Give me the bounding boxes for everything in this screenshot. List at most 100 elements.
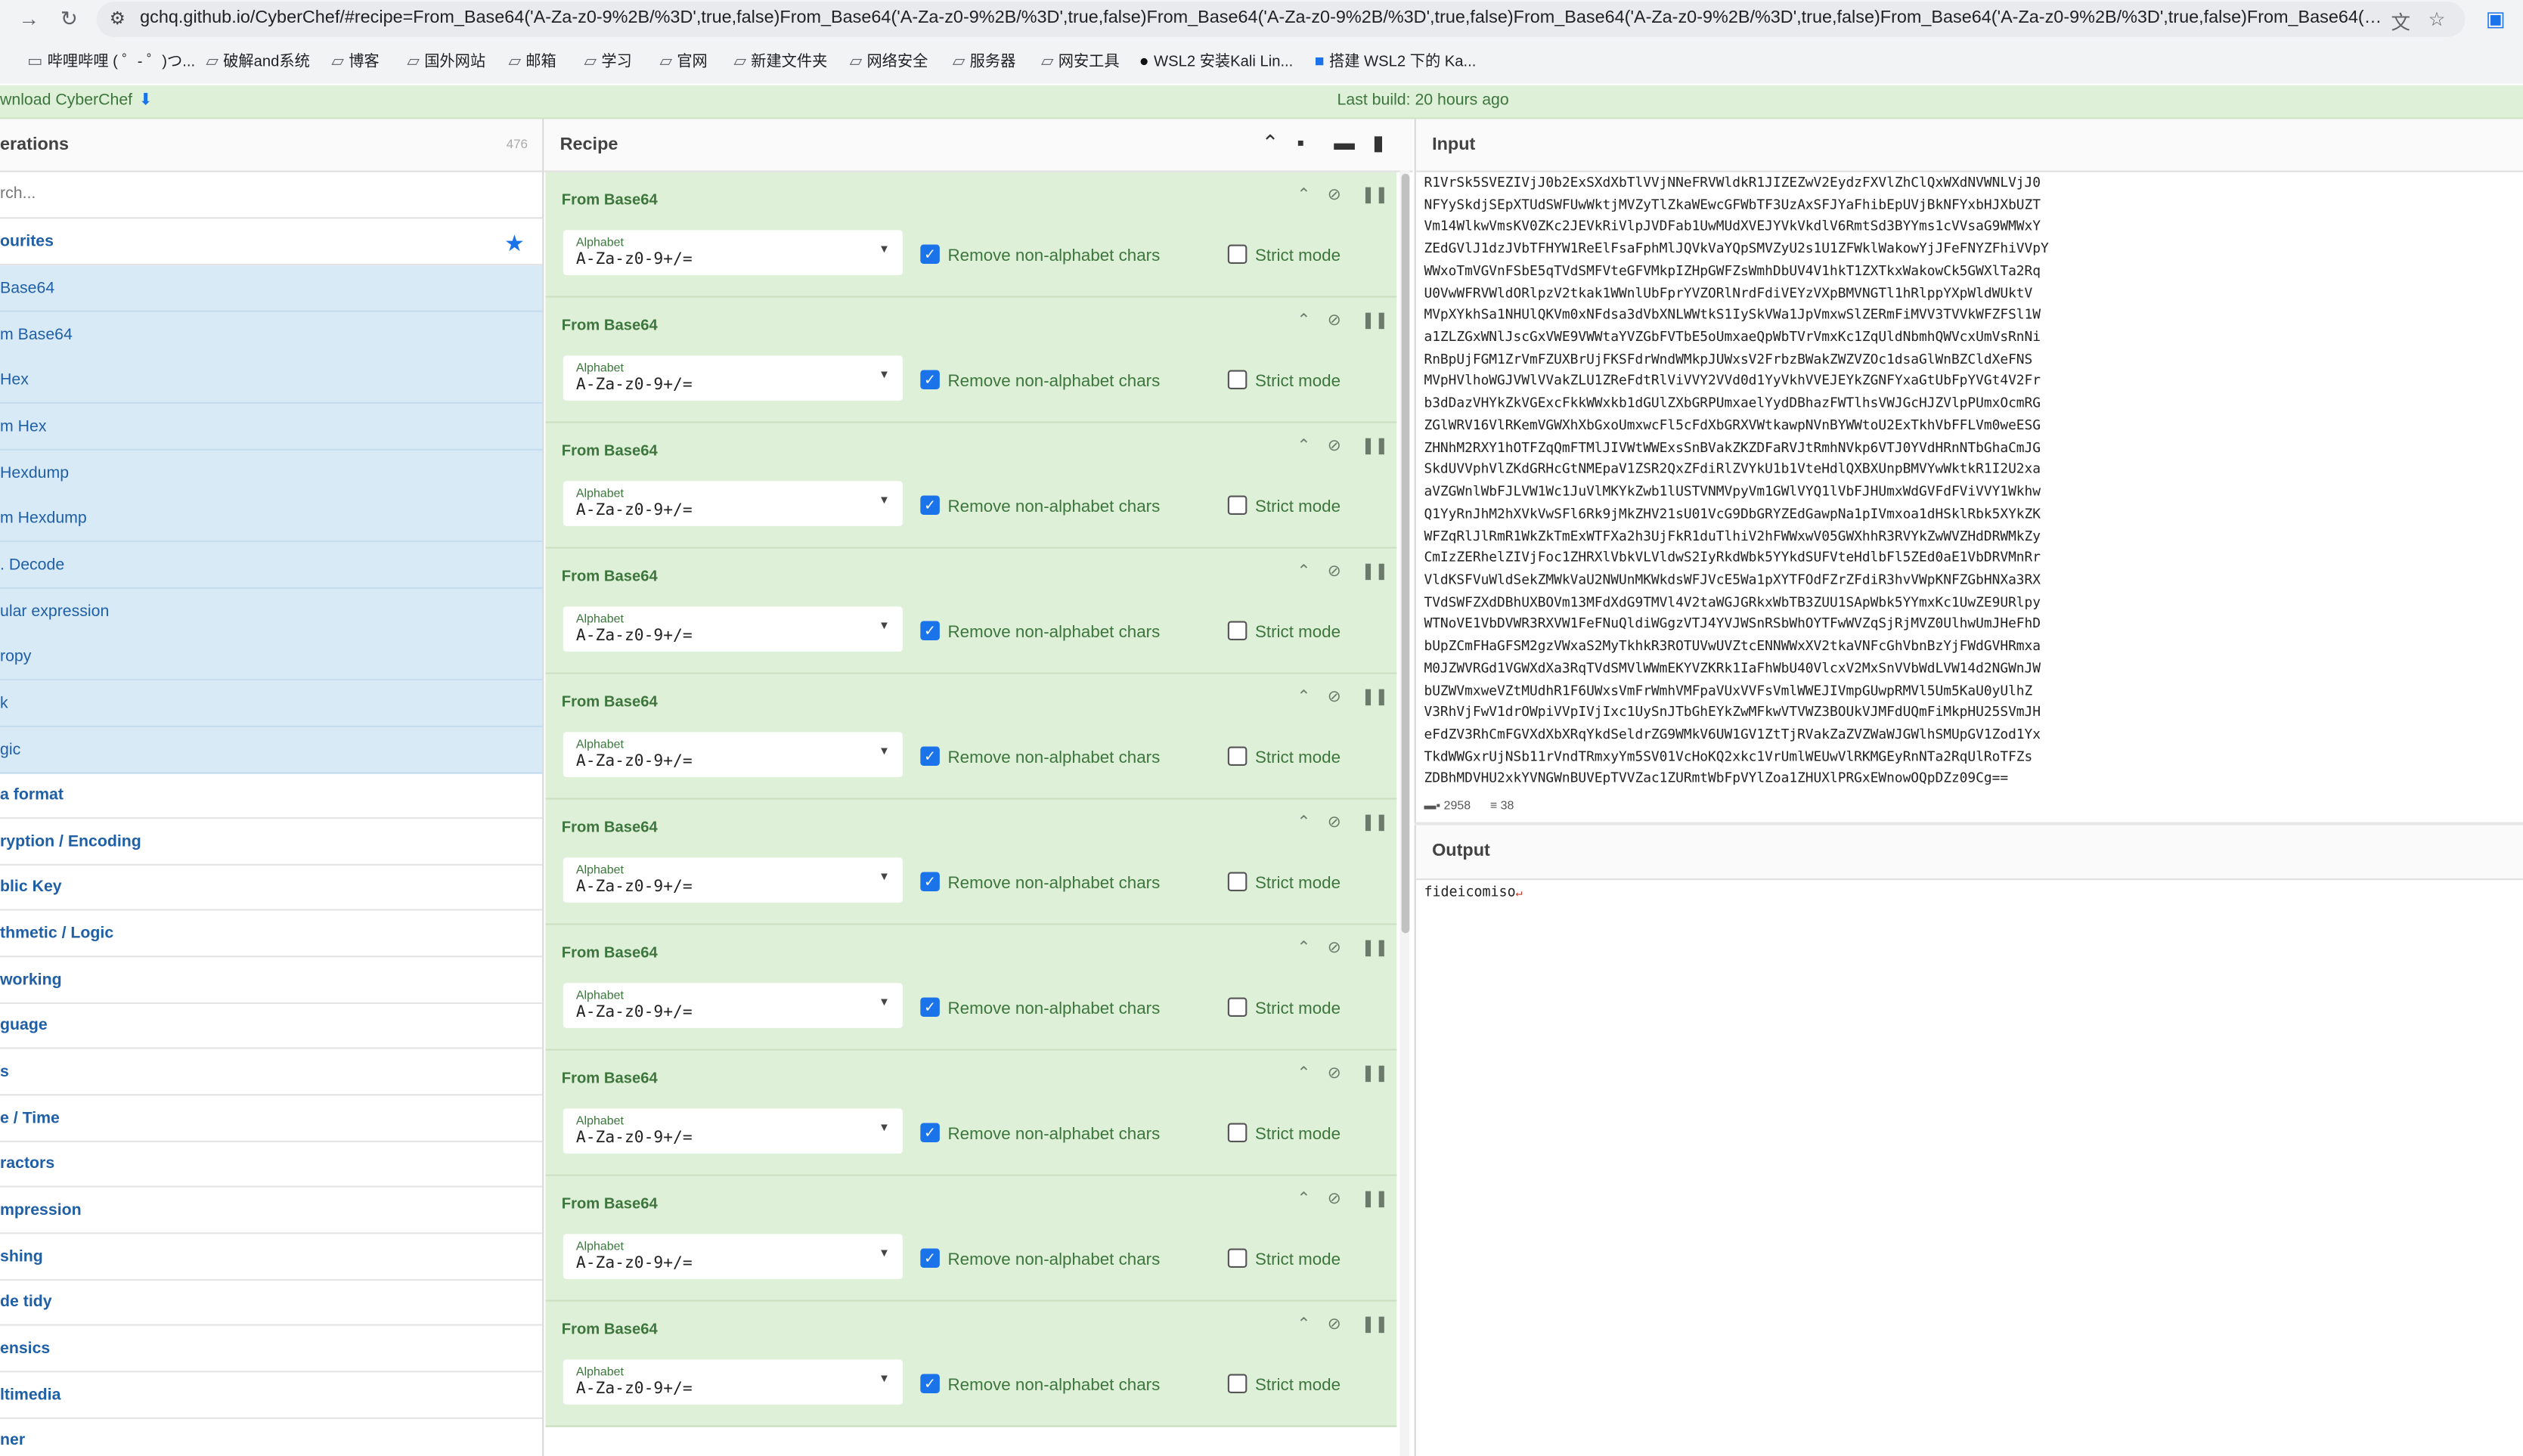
strict-mode-label[interactable]: Strict mode — [1255, 1250, 1341, 1270]
star-icon[interactable]: ★ — [504, 230, 525, 257]
category-item[interactable]: ner — [0, 1417, 542, 1456]
strict-mode-label[interactable]: Strict mode — [1255, 1376, 1341, 1396]
remove-non-alphabet-checkbox[interactable]: ✓ — [920, 1248, 940, 1269]
category-item[interactable]: guage — [0, 1003, 543, 1050]
remove-non-alphabet-label[interactable]: Remove non-alphabet chars — [948, 246, 1161, 266]
bookmark-wsl2-kali[interactable]: ● WSL2 安装Kali Lin... — [1139, 48, 1294, 70]
save-icon[interactable]: ▪ — [1297, 130, 1304, 154]
operation-item[interactable]: m Hexdump — [0, 496, 543, 543]
strict-mode-checkbox[interactable] — [1227, 1374, 1248, 1394]
forward-icon[interactable]: → — [16, 7, 42, 33]
bookmark-folder[interactable]: ▱ 博客 — [331, 48, 379, 70]
alphabet-select[interactable]: Alphabet A-Za-z0-9+/= ▼ — [563, 983, 903, 1028]
recipe-op-from-base64[interactable]: From Base64 ⌃ ⊘ ❚❚ Alphabet A-Za-z0-9+/= ▼ ✓ Rem… — [545, 548, 1397, 674]
category-favourites[interactable]: ourites ★ — [0, 218, 543, 266]
bookmark-folder[interactable]: ▱ 邮箱 — [509, 48, 556, 70]
operation-item[interactable]: Hex — [0, 358, 543, 404]
recipe-op-from-base64[interactable]: From Base64 ⌃ ⊘ ❚❚ Alphabet A-Za-z0-9+/= ▼ ✓ Rem… — [545, 925, 1397, 1051]
alphabet-select[interactable]: Alphabet A-Za-z0-9+/= ▼ — [563, 1234, 903, 1279]
alphabet-select[interactable]: Alphabet A-Za-z0-9+/= ▼ — [563, 857, 903, 903]
pause-icon[interactable]: ❚❚ — [1361, 438, 1388, 455]
category-item[interactable]: s — [0, 1049, 543, 1096]
remove-non-alphabet-label[interactable]: Remove non-alphabet chars — [948, 1376, 1161, 1396]
chevron-up-icon[interactable]: ⌃ — [1297, 438, 1310, 455]
recipe-op-from-base64[interactable]: From Base64 ⌃ ⊘ ❚❚ Alphabet A-Za-z0-9+/= ▼ ✓ Rem… — [545, 297, 1397, 423]
category-item[interactable]: a format — [0, 773, 543, 819]
category-item[interactable]: de tidy — [0, 1280, 543, 1327]
recipe-op-from-base64[interactable]: From Base64 ⌃ ⊘ ❚❚ Alphabet A-Za-z0-9+/= ▼ ✓ Rem… — [545, 1301, 1397, 1427]
remove-non-alphabet-checkbox[interactable]: ✓ — [920, 495, 940, 516]
alphabet-select[interactable]: Alphabet A-Za-z0-9+/= ▼ — [563, 355, 903, 401]
disable-icon[interactable]: ⊘ — [1328, 940, 1341, 957]
strict-mode-checkbox[interactable] — [1227, 746, 1248, 767]
strict-mode-checkbox[interactable] — [1227, 1123, 1248, 1143]
folder-open-icon[interactable]: ▬ — [1334, 130, 1355, 154]
chevron-up-icon[interactable]: ⌃ — [1297, 563, 1310, 581]
address-bar[interactable]: ⚙ gchq.github.io/CyberChef/#recipe=From_… — [96, 2, 2466, 37]
disable-icon[interactable]: ⊘ — [1328, 689, 1341, 706]
remove-non-alphabet-label[interactable]: Remove non-alphabet chars — [948, 623, 1161, 643]
strict-mode-checkbox[interactable] — [1227, 244, 1248, 265]
strict-mode-checkbox[interactable] — [1227, 872, 1248, 892]
site-settings-icon[interactable]: ⚙ — [110, 8, 126, 29]
category-item[interactable]: ltimedia — [0, 1371, 543, 1419]
chevron-up-icon[interactable]: ⌃ — [1297, 187, 1310, 204]
category-item[interactable]: thmetic / Logic — [0, 911, 543, 958]
recipe-op-from-base64[interactable]: From Base64 ⌃ ⊘ ❚❚ Alphabet A-Za-z0-9+/= ▼ ✓ Rem… — [545, 674, 1397, 800]
strict-mode-label[interactable]: Strict mode — [1255, 497, 1341, 517]
url-text[interactable]: gchq.github.io/CyberChef/#recipe=From_Ba… — [140, 8, 2385, 28]
recipe-op-from-base64[interactable]: From Base64 ⌃ ⊘ ❚❚ Alphabet A-Za-z0-9+/= ▼ ✓ Rem… — [545, 172, 1397, 298]
download-link[interactable]: wnload CyberChef ⬇ — [0, 91, 152, 109]
category-item[interactable]: ensics — [0, 1326, 543, 1373]
recipe-op-from-base64[interactable]: From Base64 ⌃ ⊘ ❚❚ Alphabet A-Za-z0-9+/= ▼ ✓ Rem… — [545, 423, 1397, 549]
remove-non-alphabet-label[interactable]: Remove non-alphabet chars — [948, 874, 1161, 894]
operation-item[interactable]: gic — [0, 726, 543, 773]
disable-icon[interactable]: ⊘ — [1328, 563, 1341, 581]
category-item[interactable]: shing — [0, 1234, 543, 1281]
bookmark-star-icon[interactable]: ☆ — [2428, 8, 2445, 31]
pause-icon[interactable]: ❚❚ — [1361, 1065, 1388, 1083]
pause-icon[interactable]: ❚❚ — [1361, 689, 1388, 706]
bookmark-folder[interactable]: ▱ 新建文件夹 — [733, 48, 827, 70]
remove-non-alphabet-checkbox[interactable]: ✓ — [920, 746, 940, 767]
remove-non-alphabet-label[interactable]: Remove non-alphabet chars — [948, 999, 1161, 1019]
bookmark-folder[interactable]: ▱ 网络安全 — [850, 48, 928, 70]
category-item[interactable]: blic Key — [0, 865, 543, 912]
strict-mode-label[interactable]: Strict mode — [1255, 246, 1341, 266]
bookmark-folder[interactable]: ▱ 服务器 — [953, 48, 1015, 70]
chevron-up-icon[interactable]: ⌃ — [1297, 1191, 1310, 1208]
category-item[interactable]: ractors — [0, 1142, 543, 1188]
pause-icon[interactable]: ❚❚ — [1361, 563, 1388, 581]
disable-icon[interactable]: ⊘ — [1328, 814, 1341, 832]
remove-non-alphabet-checkbox[interactable]: ✓ — [920, 621, 940, 641]
recipe-scrollbar-thumb[interactable] — [1401, 173, 1410, 934]
strict-mode-checkbox[interactable] — [1227, 997, 1248, 1018]
remove-non-alphabet-checkbox[interactable]: ✓ — [920, 872, 940, 892]
disable-icon[interactable]: ⊘ — [1328, 312, 1341, 330]
pause-icon[interactable]: ❚❚ — [1361, 1316, 1388, 1334]
alphabet-select[interactable]: Alphabet A-Za-z0-9+/= ▼ — [563, 732, 903, 777]
strict-mode-label[interactable]: Strict mode — [1255, 748, 1341, 768]
operation-item[interactable]: . Decode — [0, 541, 543, 589]
remove-non-alphabet-label[interactable]: Remove non-alphabet chars — [948, 497, 1161, 517]
chevron-up-icon[interactable]: ⌃ — [1297, 940, 1310, 957]
bookmark-folder[interactable]: ▱ 破解and系统 — [206, 48, 309, 70]
chevron-up-icon[interactable]: ⌃ — [1262, 130, 1279, 156]
remove-non-alphabet-checkbox[interactable]: ✓ — [920, 997, 940, 1018]
alphabet-select[interactable]: Alphabet A-Za-z0-9+/= ▼ — [563, 606, 903, 652]
operation-item[interactable]: k — [0, 680, 543, 727]
profile-icon[interactable]: ▣ — [2483, 7, 2509, 33]
reload-icon[interactable]: ↻ — [56, 7, 82, 33]
remove-non-alphabet-label[interactable]: Remove non-alphabet chars — [948, 1125, 1161, 1145]
remove-non-alphabet-checkbox[interactable]: ✓ — [920, 1123, 940, 1143]
disable-icon[interactable]: ⊘ — [1328, 187, 1341, 204]
output-textarea[interactable]: fideicomiso↵ — [1424, 885, 1522, 901]
disable-icon[interactable]: ⊘ — [1328, 1316, 1341, 1334]
remove-non-alphabet-label[interactable]: Remove non-alphabet chars — [948, 372, 1161, 392]
chevron-up-icon[interactable]: ⌃ — [1297, 1316, 1310, 1334]
operation-item[interactable]: Base64 — [0, 265, 543, 312]
strict-mode-label[interactable]: Strict mode — [1255, 1125, 1341, 1145]
remove-non-alphabet-checkbox[interactable]: ✓ — [920, 370, 940, 390]
strict-mode-checkbox[interactable] — [1227, 370, 1248, 390]
alphabet-select[interactable]: Alphabet A-Za-z0-9+/= ▼ — [563, 230, 903, 275]
